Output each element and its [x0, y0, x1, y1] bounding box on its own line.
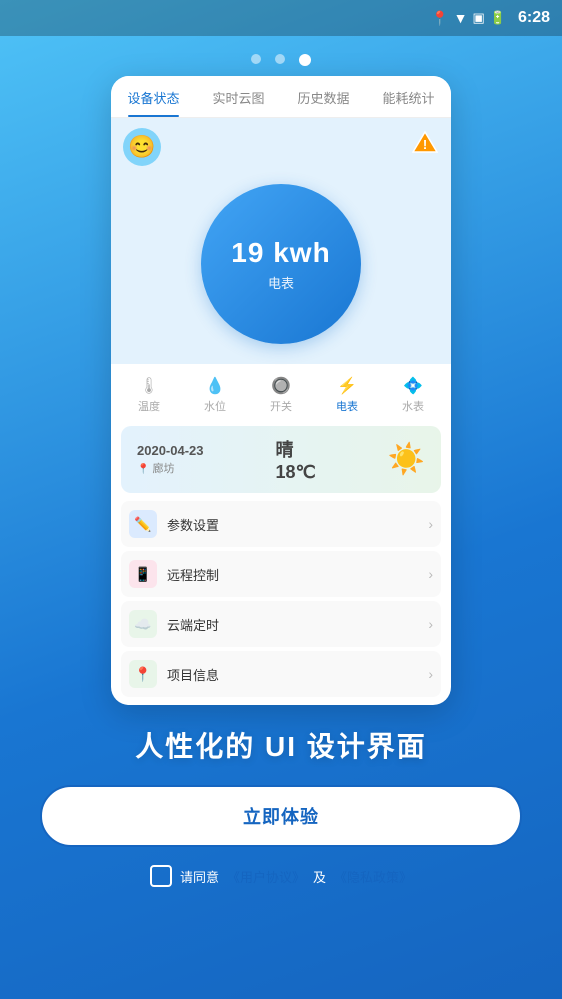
- indicator-2[interactable]: [275, 54, 285, 64]
- agreement-prefix: 请同意: [180, 867, 219, 886]
- signal-icon: ▣: [472, 10, 484, 26]
- status-time: 6:28: [518, 9, 550, 27]
- chevron-right-icon-3: ›: [428, 616, 433, 632]
- tab-realtime-cloud[interactable]: 实时云图: [196, 76, 281, 117]
- weather-location: 📍 廊坊: [137, 460, 204, 476]
- device-avatar-icon: 😊: [128, 134, 155, 160]
- water-level-icon: 💧: [205, 376, 225, 396]
- indicator-1[interactable]: [251, 54, 261, 64]
- chevron-right-icon-4: ›: [428, 666, 433, 682]
- electric-icon: ⚡: [337, 376, 357, 396]
- location-pin-icon: 📍: [137, 464, 149, 475]
- tab-device-status[interactable]: 设备状态: [111, 76, 196, 117]
- weather-condition: 晴 18℃: [275, 436, 315, 483]
- avatar: 😊: [123, 128, 161, 166]
- tab-energy-stats[interactable]: 能耗统计: [366, 76, 451, 117]
- battery-icon: 🔋: [490, 10, 506, 26]
- sensor-tab-electric[interactable]: ⚡ 电表: [315, 372, 379, 418]
- phone-card: 设备状态 实时云图 历史数据 能耗统计 😊 ! 19 kwh 电表: [111, 76, 451, 705]
- menu-item-cloud-timer[interactable]: ☁️ 云端定时 ›: [121, 601, 441, 647]
- sensor-tab-water-meter[interactable]: 💠 水表: [381, 372, 445, 418]
- agreement-checkbox[interactable]: [150, 865, 172, 887]
- agreement-row: 请同意 《用户协议》 及 《隐私政策》: [40, 865, 522, 887]
- weather-bar: 2020-04-23 📍 廊坊 晴 18℃ ☀️: [121, 426, 441, 493]
- project-icon: 📍: [129, 660, 157, 688]
- cta-button[interactable]: 立即体验: [40, 785, 522, 847]
- sensor-tabs: 🌡 温度 💧 水位 🔘 开关 ⚡ 电表 💠 水表: [111, 364, 451, 426]
- gauge-value: 19 kwh: [231, 237, 330, 269]
- chevron-right-icon: ›: [428, 516, 433, 532]
- settings-label: 参数设置: [167, 515, 219, 534]
- weather-left: 2020-04-23 📍 廊坊: [137, 443, 204, 476]
- tab-bar: 设备状态 实时云图 历史数据 能耗统计: [111, 76, 451, 118]
- status-bar: 📍 ▼ ▣ 🔋 6:28: [0, 0, 562, 36]
- page-indicators: [0, 54, 562, 66]
- gauge-container: 19 kwh 电表: [111, 174, 451, 364]
- menu-item-settings[interactable]: ✏️ 参数设置 ›: [121, 501, 441, 547]
- temperature-icon: 🌡: [139, 376, 159, 396]
- weather-sun-icon: ☀️: [388, 442, 425, 477]
- cloud-icon: ☁️: [129, 610, 157, 638]
- agreement-user-link[interactable]: 《用户协议》: [227, 867, 305, 886]
- water-meter-icon: 💠: [403, 376, 423, 396]
- gauge-label: 电表: [268, 273, 294, 292]
- sensor-tab-switch[interactable]: 🔘 开关: [249, 372, 313, 418]
- cloud-timer-label: 云端定时: [167, 615, 219, 634]
- location-icon: 📍: [431, 10, 448, 27]
- agreement-and: 及: [313, 867, 326, 886]
- device-header: 😊 !: [111, 118, 451, 174]
- sensor-tab-water-level[interactable]: 💧 水位: [183, 372, 247, 418]
- tab-history-data[interactable]: 历史数据: [281, 76, 366, 117]
- remote-control-label: 远程控制: [167, 565, 219, 584]
- svg-text:!: !: [423, 137, 427, 152]
- sensor-tab-temperature[interactable]: 🌡 温度: [117, 372, 181, 418]
- bottom-section: 人性化的 UI 设计界面 立即体验 请同意 《用户协议》 及 《隐私政策》: [0, 725, 562, 887]
- menu-items: ✏️ 参数设置 › 📱 远程控制 › ☁️ 云端定时 › 📍 项目信息 ›: [111, 493, 451, 705]
- indicator-3[interactable]: [299, 54, 311, 66]
- menu-item-project-info[interactable]: 📍 项目信息 ›: [121, 651, 441, 697]
- agreement-privacy-link[interactable]: 《隐私政策》: [334, 867, 412, 886]
- wifi-icon: ▼: [454, 10, 468, 26]
- tagline: 人性化的 UI 设计界面: [40, 725, 522, 765]
- switch-icon: 🔘: [271, 376, 291, 396]
- settings-icon: ✏️: [129, 510, 157, 538]
- alert-icon[interactable]: !: [411, 128, 439, 156]
- weather-date: 2020-04-23: [137, 443, 204, 458]
- menu-item-remote-control[interactable]: 📱 远程控制 ›: [121, 551, 441, 597]
- chevron-right-icon-2: ›: [428, 566, 433, 582]
- remote-control-icon: 📱: [129, 560, 157, 588]
- gauge-circle: 19 kwh 电表: [201, 184, 361, 344]
- status-icons: 📍 ▼ ▣ 🔋: [431, 10, 506, 27]
- project-info-label: 项目信息: [167, 665, 219, 684]
